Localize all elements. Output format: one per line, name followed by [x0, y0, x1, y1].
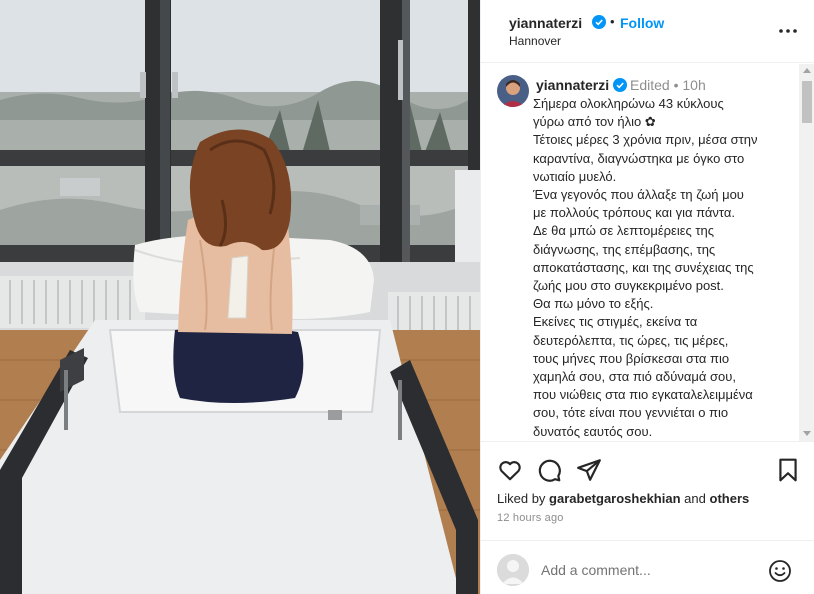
caption-line: Θα πω μόνο το εξής. — [533, 296, 654, 312]
caption-line: Τέτοιες μέρες 3 χρόνια πριν, μέσα στην — [533, 132, 758, 148]
caption-line: γύρω από τον ήλιο ✿ — [533, 114, 656, 130]
post-timestamp[interactable]: 12 hours ago — [497, 512, 564, 524]
caption-line: Ένα γεγονός που άλλαξε τη ζωή μου — [533, 187, 744, 203]
caption-username[interactable]: yiannaterzi — [536, 77, 609, 93]
bookmark-icon[interactable] — [775, 457, 801, 483]
caption-text: Σήμερα ολοκληρώνω 43 κύκλους γύρω από το… — [533, 95, 803, 441]
likes-others-link[interactable]: others — [710, 491, 750, 506]
follow-button[interactable]: Follow — [620, 15, 664, 31]
share-paper-plane-icon[interactable] — [576, 457, 602, 483]
likes-joiner: and — [684, 491, 706, 506]
caption-line: τους μήνες που βρίσκεσαι στα πιο — [533, 350, 730, 366]
post-author-username[interactable]: yiannaterzi — [509, 15, 582, 31]
avatar-image — [497, 75, 529, 107]
viewer-avatar — [497, 554, 529, 586]
caption-line: ζωής μου στο συγκεκριμένο post. — [533, 278, 724, 294]
caption-line: διάγνωσης, της επέμβασης, της — [533, 241, 716, 257]
caption-line: αποκατάστασης, και της συνέχειας της — [533, 259, 754, 275]
caption-scrollbar[interactable] — [799, 64, 814, 441]
caption-line: δυνατός εαυτός σου. — [533, 423, 653, 439]
post-actions: Liked by garabetgaroshekhian and others … — [481, 441, 814, 531]
scroll-down-arrow-icon[interactable] — [803, 431, 811, 436]
caption-line: δευτερόλεπτα, τις ώρες, τις μέρες, — [533, 332, 729, 348]
scroll-up-arrow-icon[interactable] — [803, 68, 811, 73]
heart-icon[interactable] — [497, 457, 523, 483]
verified-badge-icon — [613, 78, 627, 92]
post-photo[interactable] — [0, 0, 480, 594]
verified-badge-icon — [592, 15, 606, 29]
emoji-smiley-icon[interactable] — [768, 559, 792, 583]
caption-area: yiannaterzi Edited • 10h Σήμερα ολοκληρώ… — [481, 64, 814, 441]
caption-line: νωτιαίο μυελό. — [533, 168, 617, 184]
caption-line: Εκείνες τις στιγμές, εκείνα τα — [533, 314, 698, 330]
caption-meta: Edited • 10h — [630, 77, 706, 93]
caption-line: που νιώθεις στα πιο εγκαταλελειμμένα — [533, 387, 753, 403]
default-avatar-icon — [497, 554, 529, 586]
comment-bubble-icon[interactable] — [536, 457, 562, 483]
more-options-icon[interactable] — [777, 21, 799, 41]
likes-prefix: Liked by — [497, 491, 546, 506]
post-header: yiannaterzi • Follow Hannover — [481, 0, 814, 63]
comment-input[interactable] — [541, 559, 761, 581]
likes-summary: Liked by garabetgaroshekhian and others — [497, 491, 749, 506]
header-separator: • — [610, 14, 615, 29]
post-side-panel: yiannaterzi • Follow Hannover yiannaterz… — [480, 0, 814, 594]
author-avatar[interactable] — [497, 75, 529, 107]
caption-line: σου, τότε είναι που γεννιέται ο πιο — [533, 405, 729, 421]
caption-line: Δε θα μπώ σε λεπτομέρειες της — [533, 223, 715, 239]
caption-line: με πολλούς τρόπους και για πάντα. — [533, 205, 736, 221]
liked-by-user[interactable]: garabetgaroshekhian — [549, 491, 681, 506]
post-location[interactable]: Hannover — [509, 34, 561, 48]
caption-line: καραντίνα, διαγνώστηκα με όγκο στο — [533, 150, 745, 166]
scrollbar-thumb[interactable] — [802, 81, 812, 123]
caption-line: Σήμερα ολοκληρώνω 43 κύκλους — [533, 96, 724, 111]
comment-composer — [481, 540, 814, 594]
caption-line: χαμηλά σου, στα πιό αδύναμά σου, — [533, 369, 736, 385]
hospital-room-image — [0, 0, 480, 594]
